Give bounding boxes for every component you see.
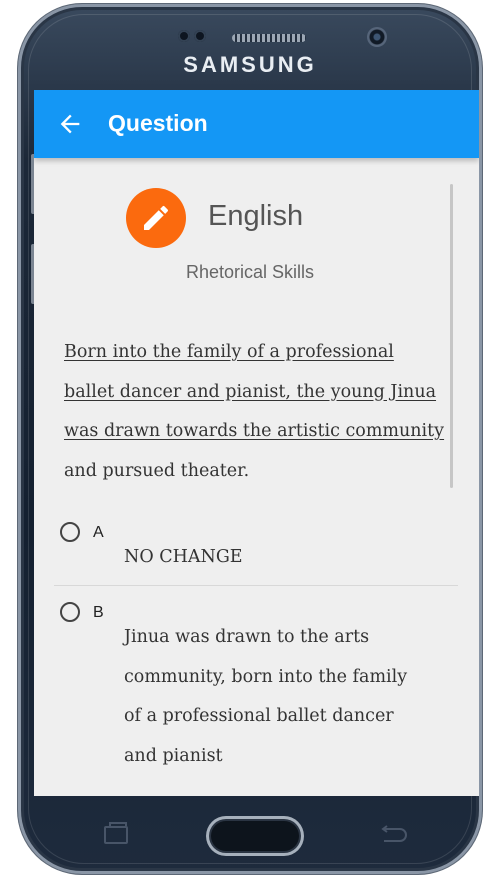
page-title: Question [108, 110, 208, 136]
brand-logo: SAMSUNG [183, 52, 317, 77]
sensor-dots [178, 30, 206, 42]
recent-apps-icon[interactable] [104, 822, 128, 844]
arrow-left-icon[interactable] [56, 110, 84, 138]
app-bar: Question [34, 90, 479, 158]
subject-badge [126, 188, 186, 248]
front-camera-icon [367, 27, 387, 47]
radio-button-b[interactable] [60, 602, 80, 622]
option-text: NO CHANGE [124, 547, 243, 567]
earpiece-speaker [232, 34, 306, 42]
option-text: Jinua was drawn to the arts community, b… [124, 627, 408, 766]
passage-rest: and pursued theater. [64, 460, 250, 481]
option-letter: B [93, 604, 104, 621]
scrollbar[interactable] [450, 184, 453, 488]
underlined-portion: Born into the family of a professional b… [64, 342, 445, 441]
option-divider [54, 585, 458, 586]
screen: Question English Rhetorical Skills Born … [34, 90, 479, 796]
question-passage: Born into the family of a professional b… [64, 333, 449, 491]
home-button[interactable] [206, 816, 304, 856]
back-key-icon[interactable] [378, 825, 408, 845]
pencil-icon [144, 205, 169, 230]
subject-title: English [208, 200, 304, 232]
option-letter: A [93, 524, 104, 541]
subject-subtitle: Rhetorical Skills [186, 262, 315, 282]
radio-button-a[interactable] [60, 522, 80, 542]
